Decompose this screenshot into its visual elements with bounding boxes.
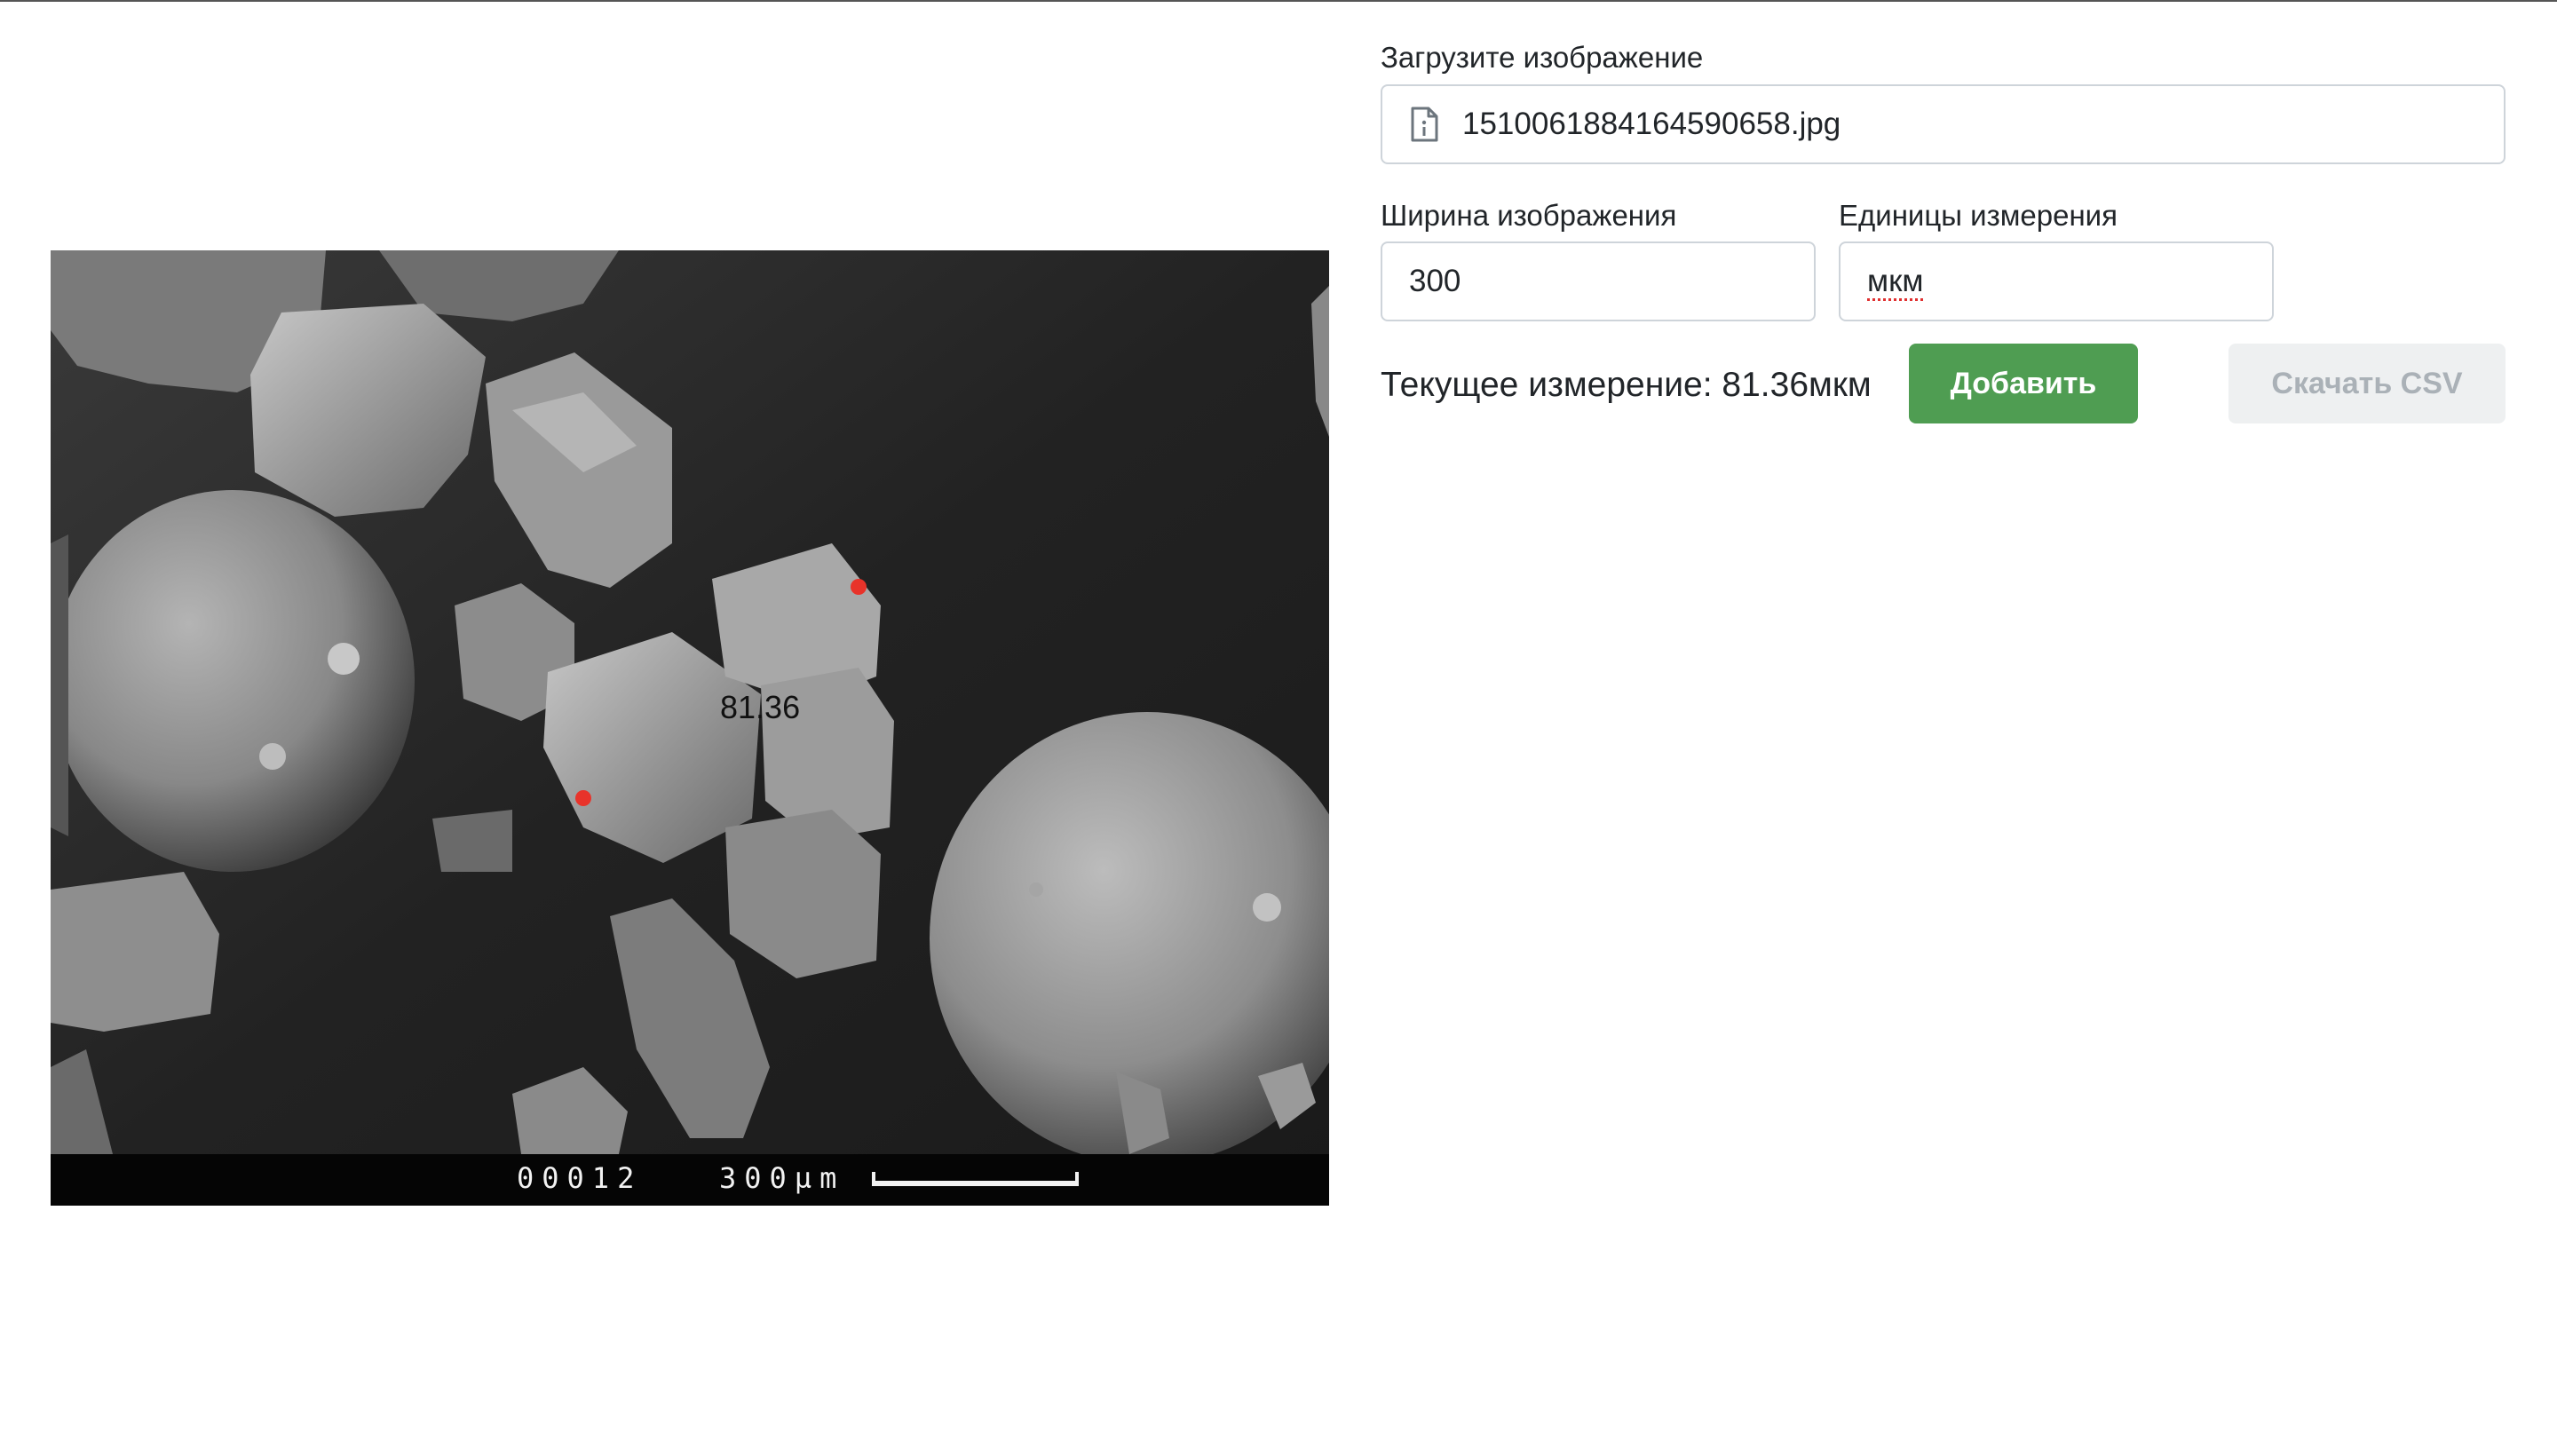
download-csv-button[interactable]: Скачать CSV — [2228, 344, 2506, 423]
upload-label: Загрузите изображение — [1381, 41, 1704, 74]
units-value: мкм — [1867, 264, 1924, 298]
units-label: Единицы измерения — [1839, 199, 2118, 232]
sem-scale-text: 300µm — [719, 1161, 845, 1195]
measure-point-start[interactable] — [575, 790, 591, 806]
current-measurement: Текущее измерение: 81.36мкм — [1381, 366, 1872, 404]
units-input[interactable]: мкм — [1839, 241, 2274, 321]
image-canvas[interactable]: 81.36 00012 300µm — [51, 250, 1329, 1206]
file-upload-input[interactable]: 1510061884164590658.jpg — [1381, 84, 2506, 164]
sem-info-bar: 00012 300µm — [51, 1154, 1329, 1206]
sem-scale-bar — [872, 1172, 1079, 1186]
measurement-overlay-label: 81.36 — [720, 689, 801, 725]
sem-micrograph — [51, 250, 1329, 1206]
window-top-border — [0, 0, 2557, 2]
file-name: 1510061884164590658.jpg — [1462, 107, 1841, 141]
add-button[interactable]: Добавить — [1909, 344, 2138, 423]
measure-point-end[interactable] — [851, 579, 867, 595]
file-info-icon — [1411, 107, 1438, 142]
image-width-label: Ширина изображения — [1381, 199, 1677, 232]
image-width-input[interactable]: 300 — [1381, 241, 1816, 321]
sem-code: 00012 — [517, 1161, 643, 1195]
image-width-value: 300 — [1409, 264, 1461, 298]
